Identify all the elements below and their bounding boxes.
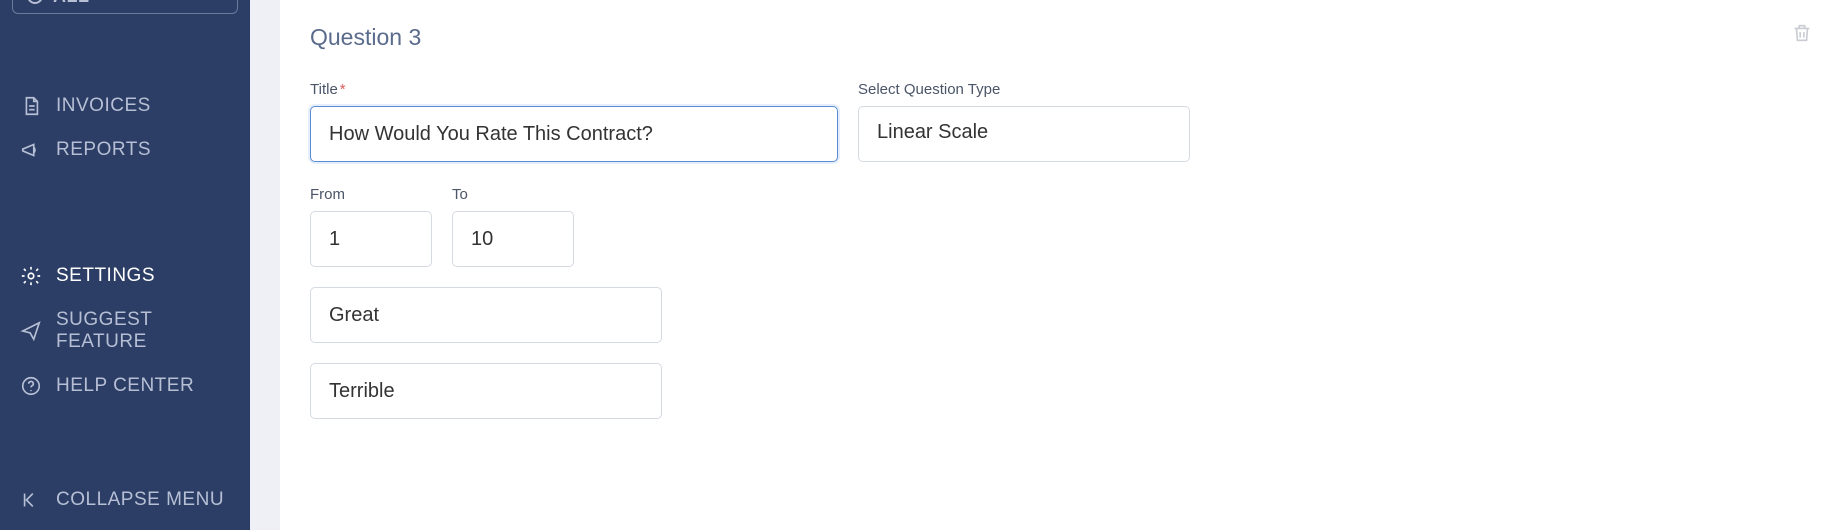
- title-label: Title*: [310, 81, 838, 98]
- field-high-label: [310, 363, 1560, 419]
- question-type-select[interactable]: Linear Scale: [858, 106, 1190, 162]
- question-type-value: Linear Scale: [877, 121, 988, 143]
- field-title: Title*: [310, 81, 838, 162]
- question-heading: Question 3: [310, 24, 1560, 51]
- sidebar-item-settings[interactable]: SETTINGS: [0, 254, 250, 298]
- sidebar-group-footer: COLLAPSE MENU: [0, 478, 250, 522]
- field-from: From: [310, 186, 432, 267]
- sidebar-group-secondary: SETTINGS SUGGEST FEATURE HELP CENTER: [0, 254, 250, 408]
- sidebar-item-label: SETTINGS: [56, 265, 155, 287]
- invoice-icon: [20, 95, 42, 117]
- main-area: Question 3 Title* Select Question Type L…: [250, 0, 1835, 530]
- paper-plane-icon: [20, 320, 42, 342]
- sidebar-item-label: HELP CENTER: [56, 375, 194, 397]
- to-label: To: [452, 186, 574, 203]
- sidebar-item-label: SUGGEST FEATURE: [56, 309, 230, 353]
- collapse-icon: [20, 489, 42, 511]
- field-low-label: [310, 287, 1560, 343]
- megaphone-icon: [20, 139, 42, 161]
- low-label-input[interactable]: [310, 287, 662, 343]
- sidebar-item-label: COLLAPSE MENU: [56, 489, 224, 511]
- sidebar-item-help-center[interactable]: HELP CENTER: [0, 364, 250, 408]
- delete-question-button[interactable]: [1791, 22, 1813, 44]
- sidebar-group-primary: INVOICES REPORTS: [0, 84, 250, 172]
- sidebar-item-label: INVOICES: [56, 95, 151, 117]
- high-label-input[interactable]: [310, 363, 662, 419]
- to-input[interactable]: [452, 211, 574, 267]
- title-label-text: Title: [310, 81, 338, 98]
- sidebar-filter-label: ALL: [53, 0, 90, 7]
- sidebar-item-invoices[interactable]: INVOICES: [0, 84, 250, 128]
- sidebar-item-suggest-feature[interactable]: SUGGEST FEATURE: [0, 298, 250, 364]
- field-to: To: [452, 186, 574, 267]
- title-input[interactable]: [310, 106, 838, 162]
- row-from-to: From To: [310, 186, 1560, 267]
- circle-icon: [27, 0, 43, 4]
- sidebar-item-label: REPORTS: [56, 139, 151, 161]
- type-label: Select Question Type: [858, 81, 1190, 98]
- field-question-type: Select Question Type Linear Scale: [858, 81, 1190, 162]
- row-title-type: Title* Select Question Type Linear Scale: [310, 81, 1560, 162]
- help-icon: [20, 375, 42, 397]
- from-label: From: [310, 186, 432, 203]
- gear-icon: [20, 265, 42, 287]
- sidebar-item-collapse[interactable]: COLLAPSE MENU: [0, 478, 250, 522]
- sidebar-filter-all[interactable]: ALL: [12, 0, 238, 14]
- sidebar: ALL INVOICES REPORTS SETTINGS SUGGE: [0, 0, 250, 530]
- required-asterisk: *: [340, 81, 346, 98]
- question-card: Question 3 Title* Select Question Type L…: [280, 0, 1835, 530]
- sidebar-item-reports[interactable]: REPORTS: [0, 128, 250, 172]
- from-input[interactable]: [310, 211, 432, 267]
